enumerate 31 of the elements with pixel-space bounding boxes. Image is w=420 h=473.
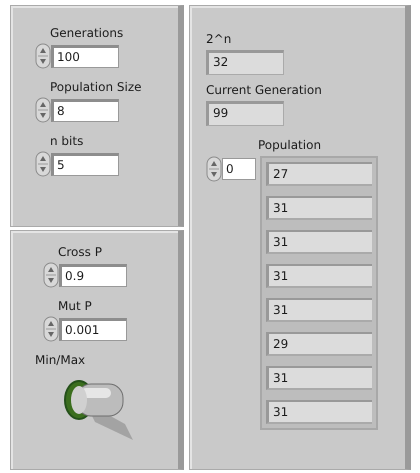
array-element: 31 [266,230,372,254]
numeric-field[interactable]: 0.001 [59,318,127,340]
index-field[interactable]: 0 [222,158,256,180]
array-element: 27 [266,162,372,186]
control-label: Population Size [50,80,142,95]
numeric-indicator: 99 [206,101,284,126]
spin-button[interactable] [43,316,59,342]
array-label: Population [258,138,322,153]
control-label: Cross P [58,245,103,260]
toggle-label: Min/Max [35,353,86,368]
array-element: 31 [266,366,372,390]
numeric-field[interactable]: 8 [51,98,119,122]
array-element: 29 [266,332,372,356]
spin-button[interactable] [206,156,222,182]
array-element: 31 [266,298,372,322]
spin-button[interactable] [35,97,51,123]
spin-button[interactable] [35,151,51,177]
numeric-indicator: 32 [206,50,284,75]
spin-button[interactable] [35,43,51,69]
control-label: n bits [50,134,84,149]
array-element: 31 [266,196,372,220]
indicator-label: 2^n [206,32,232,47]
array-element: 31 [266,400,372,424]
indicator-label: Current Generation [206,83,323,98]
numeric-field[interactable]: 5 [51,152,119,176]
control-label: Mut P [58,299,93,314]
numeric-field[interactable]: 0.9 [59,264,127,286]
numeric-field[interactable]: 100 [51,44,119,68]
spin-button[interactable] [43,262,59,288]
control-label: Generations [50,26,124,41]
array-element: 31 [266,264,372,288]
